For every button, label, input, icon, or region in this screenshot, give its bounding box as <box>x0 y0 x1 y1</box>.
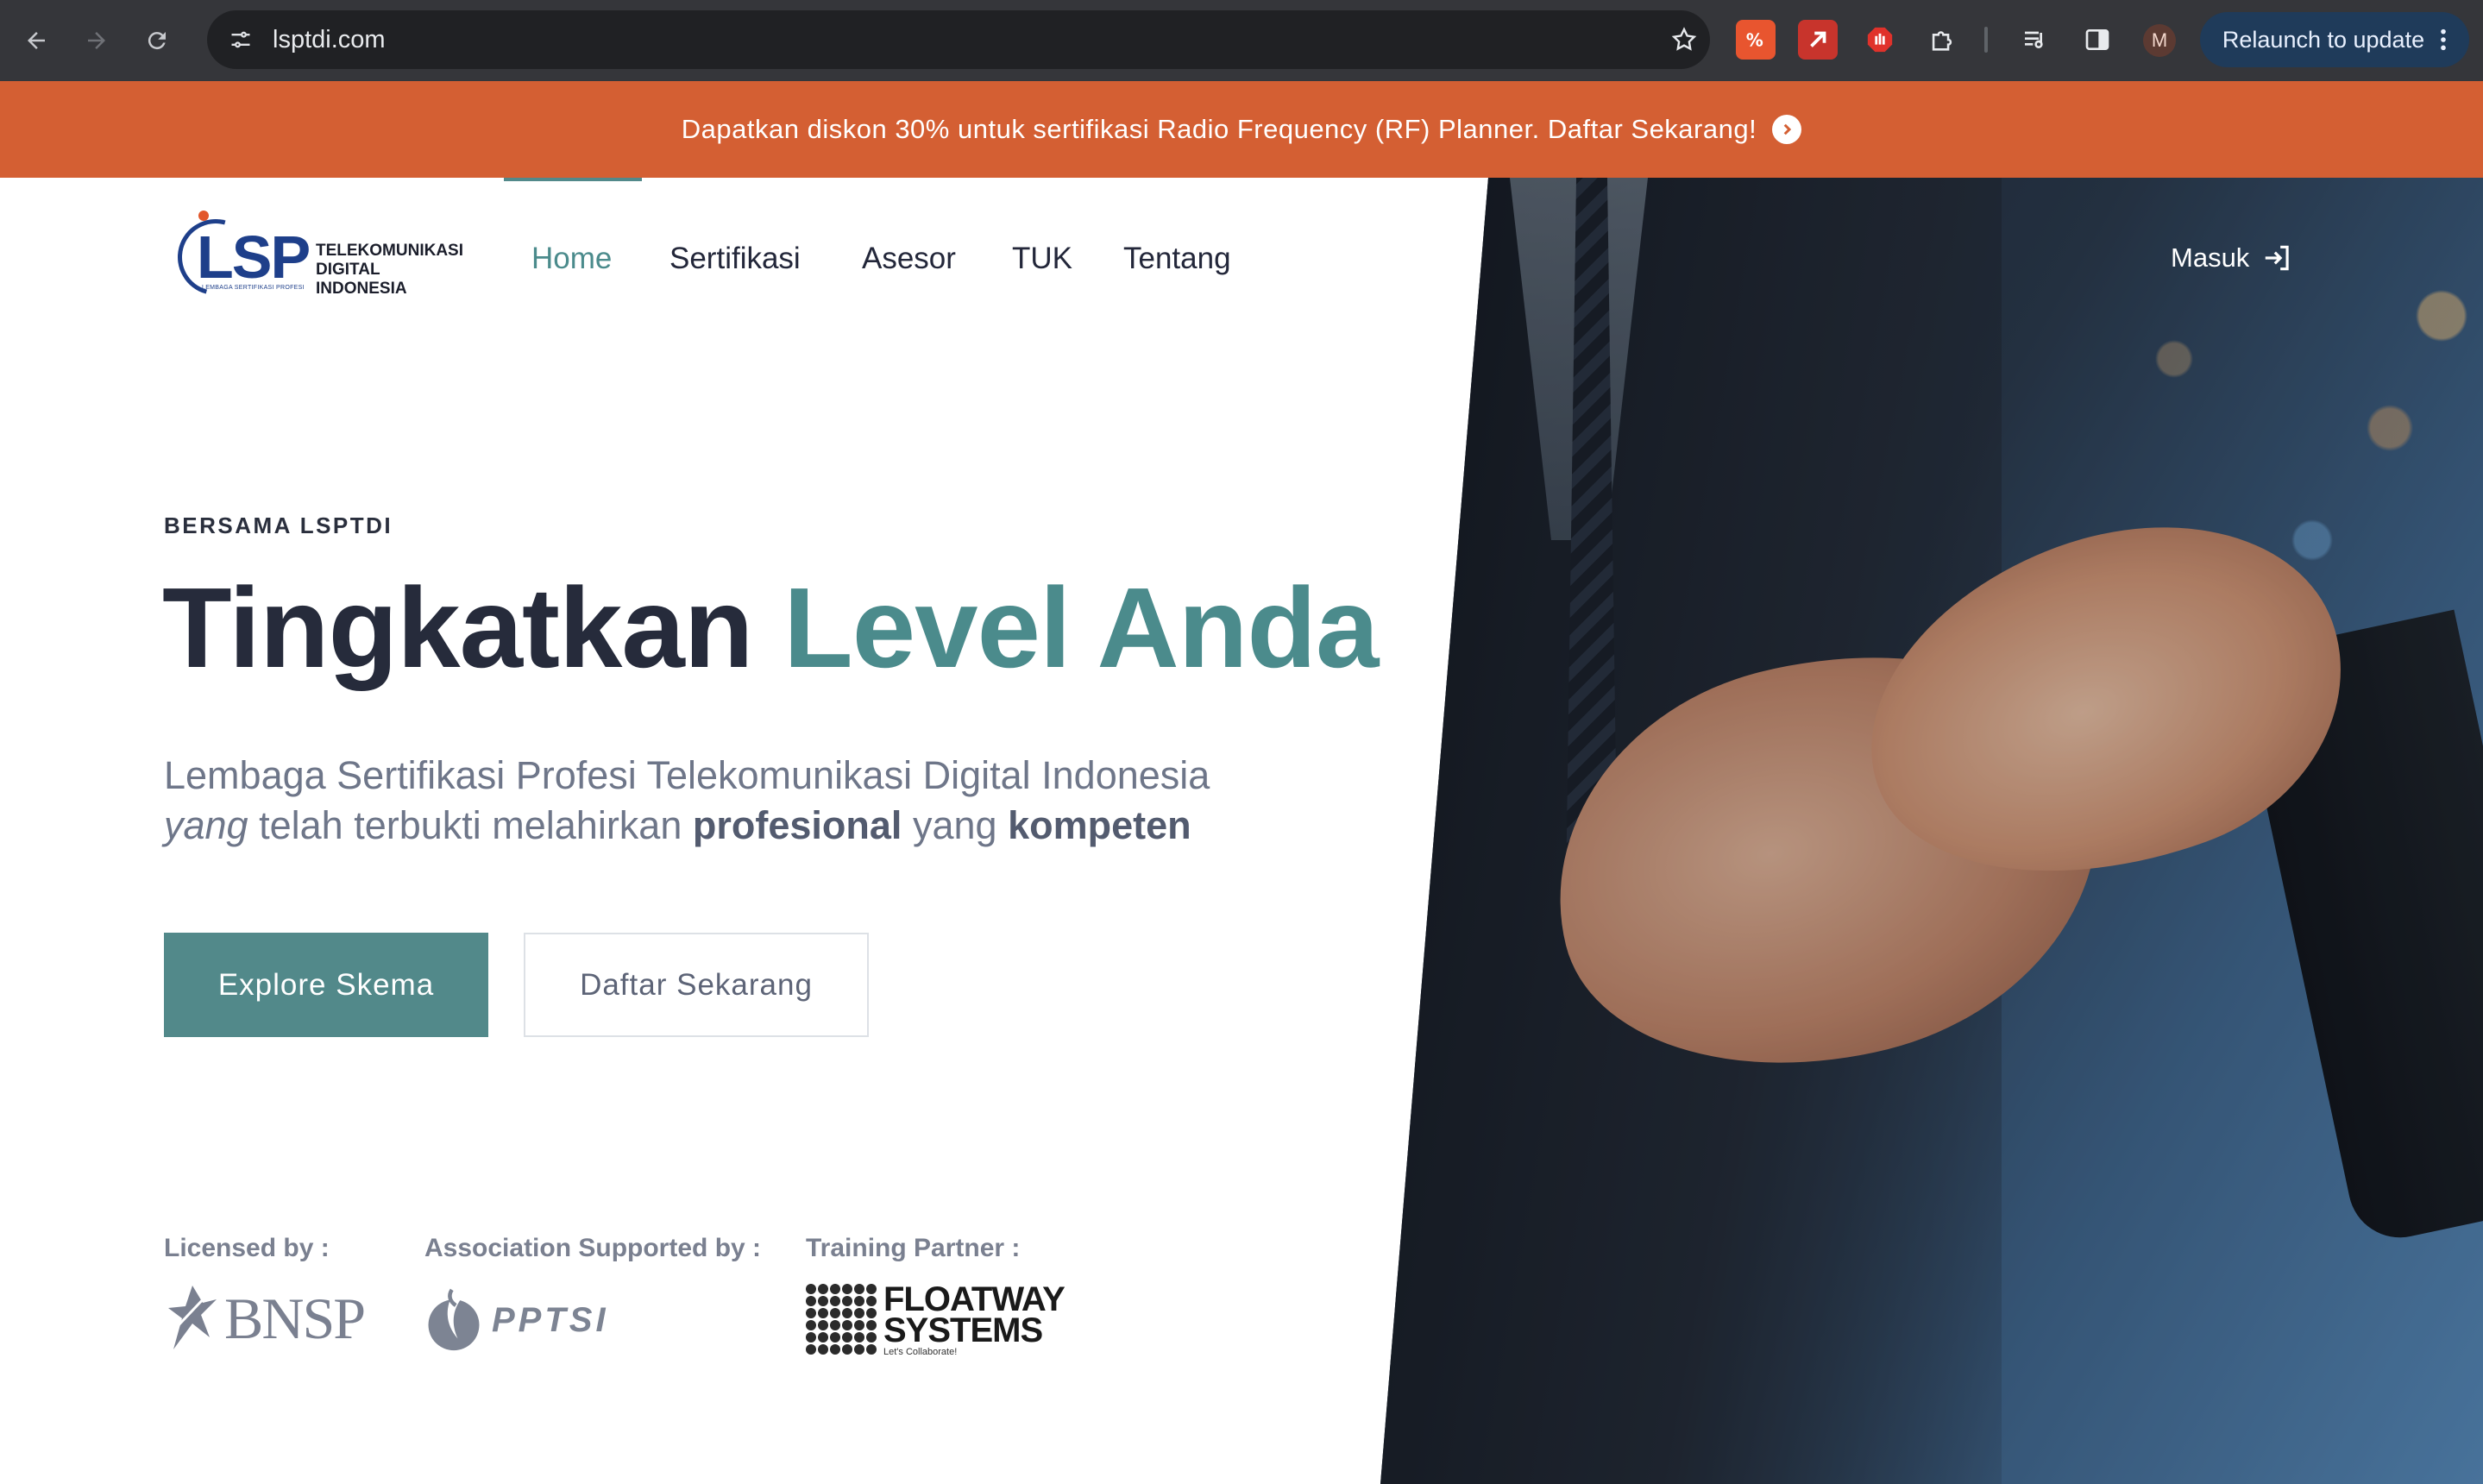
nav-tentang[interactable]: Tentang <box>1123 242 1231 276</box>
percent-extension-icon[interactable]: % <box>1736 20 1776 60</box>
floatway-line-1: FLOATWAY <box>883 1280 1065 1318</box>
bnsp-emblem-icon <box>168 1286 217 1349</box>
side-panel-icon[interactable] <box>2078 20 2117 60</box>
puzzle-extension-icon[interactable] <box>1922 20 1962 60</box>
chevron-right-icon[interactable] <box>1772 115 1802 144</box>
hero-subtitle: Lembaga Sertifikasi Profesi Telekomunika… <box>164 751 1441 851</box>
reading-list-icon[interactable] <box>2015 20 2055 60</box>
address-bar[interactable]: lsptdi.com <box>207 10 1710 69</box>
daftar-sekarang-button[interactable]: Daftar Sekarang <box>524 933 869 1037</box>
nav-sertifikasi[interactable]: Sertifikasi <box>669 242 801 276</box>
toolbar-divider <box>1984 27 1988 53</box>
nav-home[interactable]: Home <box>531 242 612 276</box>
site-logo[interactable]: LSP TELEKOMUNIKASI DIGITAL INDONESIA LEM… <box>163 204 466 310</box>
nav-tuk[interactable]: TUK <box>1012 242 1072 276</box>
reload-icon[interactable] <box>133 16 181 65</box>
association-label: Association Supported by : <box>424 1234 762 1262</box>
headline-accent: Level Anda <box>783 564 1379 691</box>
site-info-icon[interactable] <box>221 20 261 60</box>
promo-text[interactable]: Dapatkan diskon 30% untuk sertifikasi Ra… <box>682 114 1757 145</box>
floatway-line-2: SYSTEMS <box>883 1311 1043 1349</box>
active-nav-indicator <box>504 178 642 181</box>
hero-eyebrow: BERSAMA LSPTDI <box>164 512 393 538</box>
logo-mark: LSP <box>197 223 311 291</box>
floatway-logo: FLOATWAY SYSTEMS Let's Collaborate! <box>806 1280 1065 1358</box>
promo-banner[interactable]: Dapatkan diskon 30% untuk sertifikasi Ra… <box>0 81 2483 178</box>
relaunch-button[interactable]: Relaunch to update <box>2200 12 2469 67</box>
image-overlay <box>1380 178 2483 1484</box>
pptsi-logo: PPTSI <box>424 1286 609 1355</box>
subtitle-italic: yang <box>164 803 248 847</box>
explore-skema-button[interactable]: Explore Skema <box>164 933 488 1037</box>
adblock-extension-icon[interactable] <box>1860 20 1900 60</box>
logo-wordmark: TELEKOMUNIKASI DIGITAL INDONESIA <box>316 242 463 299</box>
back-icon[interactable] <box>12 16 60 65</box>
bookmark-star-icon[interactable] <box>1658 26 1710 53</box>
profile-avatar[interactable]: M <box>2143 24 2176 57</box>
forward-icon[interactable] <box>72 16 121 65</box>
logo-line-2: DIGITAL <box>316 261 380 279</box>
handshake-hero-image <box>1380 178 2483 1484</box>
subtitle-line-2: yang telah terbukti melahirkan profesion… <box>164 801 1441 851</box>
hero-headline: Tingkatkan Level Anda <box>162 563 1379 693</box>
training-label: Training Partner : <box>806 1234 1021 1262</box>
login-label: Masuk <box>2171 242 2250 273</box>
logo-line-1: TELEKOMUNIKASI <box>316 242 463 260</box>
svg-text:%: % <box>1746 30 1763 51</box>
floatway-wordmark: FLOATWAY SYSTEMS Let's Collaborate! <box>883 1280 1065 1358</box>
arrow-extension-icon[interactable] <box>1798 20 1838 60</box>
login-link[interactable]: Masuk <box>2171 242 2294 274</box>
bnsp-logo: BNSP <box>164 1284 366 1353</box>
subtitle-join: yang <box>912 803 997 847</box>
login-icon <box>2266 245 2289 271</box>
nav-asesor[interactable]: Asesor <box>862 242 956 276</box>
logo-dot <box>198 211 209 221</box>
subtitle-bold-2: kompeten <box>1008 803 1191 847</box>
url-text: lsptdi.com <box>273 25 386 53</box>
subtitle-mid: telah terbukti melahirkan <box>259 803 682 847</box>
logo-line-3: INDONESIA <box>316 280 407 298</box>
floatway-dots-icon <box>806 1284 877 1355</box>
relaunch-label: Relaunch to update <box>2222 26 2425 53</box>
pptsi-emblem-icon <box>428 1288 480 1351</box>
headline-plain: Tingkatkan <box>162 564 753 691</box>
subtitle-bold-1: profesional <box>692 803 902 847</box>
bnsp-logo-text: BNSP <box>224 1285 366 1351</box>
pptsi-logo-text: PPTSI <box>492 1300 609 1339</box>
subtitle-line-1: Lembaga Sertifikasi Profesi Telekomunika… <box>164 753 1210 797</box>
kebab-menu-icon <box>2441 28 2446 51</box>
licensed-label: Licensed by : <box>164 1234 330 1262</box>
logo-tagline: LEMBAGA SERTIFIKASI PROFESI <box>202 285 305 291</box>
